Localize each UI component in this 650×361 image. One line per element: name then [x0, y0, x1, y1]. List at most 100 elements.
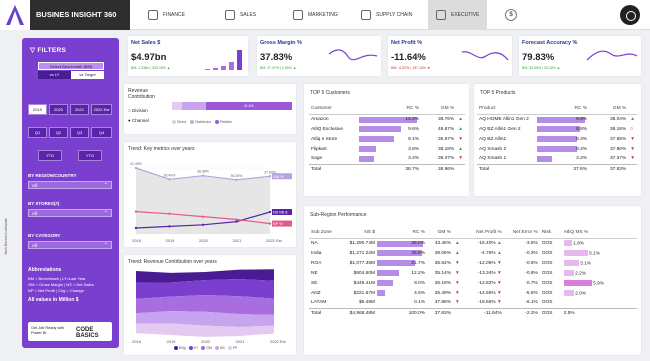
- np-value: -15.40% ▲: [462, 238, 504, 248]
- table-row[interactable]: Sage 3.4% 36.37% ▼: [309, 154, 465, 164]
- tab-label: SALES: [240, 12, 257, 18]
- column-header[interactable]: Sub Zone: [309, 228, 339, 239]
- total-ns: $4,968.48M: [339, 307, 377, 318]
- rc-bar-cell: 9.9%: [537, 114, 589, 124]
- ytd-button[interactable]: YTD: [38, 150, 62, 161]
- x-tick-label: 2018: [132, 238, 142, 243]
- column-header[interactable]: NS $: [339, 228, 377, 239]
- column-header[interactable]: AtliQ MS %: [561, 228, 637, 239]
- ytg-button[interactable]: YTG: [78, 150, 102, 161]
- trend-down-icon: ▼: [497, 260, 502, 266]
- bm-option-vs-ly[interactable]: vs LY: [38, 71, 71, 79]
- year-button[interactable]: 2019: [28, 104, 47, 115]
- quarter-button[interactable]: Q4: [91, 127, 112, 138]
- sub-region-table: Sub Zone NS $ RC % GM % Net Profit % Net…: [309, 228, 637, 318]
- year-button[interactable]: 2020: [49, 104, 68, 115]
- codebasics-promo[interactable]: Get Job Ready with Power BI CODE BASICS: [28, 322, 112, 341]
- np-number: -12.05%: [477, 260, 496, 266]
- option-channel[interactable]: ● Channel: [128, 118, 149, 123]
- table-row[interactable]: AQ BZ Allin1 8.3% 37.55% ▼: [477, 134, 637, 144]
- column-header[interactable]: GM %: [421, 104, 457, 115]
- stores-dropdown[interactable]: All: [28, 208, 112, 217]
- table-row[interactable]: AQ Smash 1 3.2% 37.37% ▼: [477, 154, 637, 164]
- trend-down-icon: ▼: [497, 280, 502, 286]
- trend-down-icon: ▼: [455, 280, 460, 286]
- table-row[interactable]: Flipkart 3.8% 38.18% ▲: [309, 144, 465, 154]
- region-dropdown[interactable]: All: [28, 180, 112, 189]
- column-header[interactable]: RC %: [359, 104, 421, 115]
- tab-executive[interactable]: EXECUTIVE: [428, 0, 488, 30]
- quarter-button[interactable]: Q3: [70, 127, 89, 138]
- column-header[interactable]: Risk: [539, 228, 562, 239]
- option-division[interactable]: ○ Division: [128, 108, 148, 113]
- category-dropdown[interactable]: All: [28, 240, 112, 249]
- year-button[interactable]: 2022 Est: [91, 104, 112, 115]
- table-row[interactable]: NE $604.60M 12.2% 35.14% ▼ -13.34% ▼ -0.…: [309, 268, 637, 278]
- rc-bar-cell: 21.7%: [377, 258, 427, 268]
- table-row[interactable]: AQ Smash 2 8.2% 37.90% ▼: [477, 144, 637, 154]
- quarter-button[interactable]: Q2: [49, 127, 68, 138]
- region-filter-label: BY REGION/COUNTRY: [28, 173, 77, 178]
- kpi-value: 37.83%: [260, 52, 293, 63]
- gm-value: 36.37%: [437, 156, 455, 162]
- column-header[interactable]: GM %: [427, 228, 453, 239]
- column-header[interactable]: RC %: [377, 228, 427, 239]
- gm-value: 35.18%: [434, 280, 451, 286]
- column-header[interactable]: RC %: [537, 104, 589, 115]
- rc-value: 21.7%: [411, 260, 425, 266]
- total-gm: 38.96%: [421, 163, 457, 174]
- table-row[interactable]: ROA $1,077.38M 21.7% 35.54% ▼ -12.05% ▼ …: [309, 258, 637, 268]
- rc-bar-cell: 25.6%: [377, 248, 427, 258]
- column-header[interactable]: GM %: [589, 104, 629, 115]
- legend-dot: [201, 346, 206, 351]
- table-row[interactable]: Amazon 13.3% 38.76% ▲: [309, 114, 465, 124]
- legend-label: EY: [193, 346, 199, 350]
- tab-finance[interactable]: FINANCE: [148, 0, 185, 30]
- table-row[interactable]: AtliQ Exclusive 9.6% 45.67% ▲: [309, 124, 465, 134]
- executive-icon: [436, 10, 446, 20]
- gm-value: 35.57%: [437, 136, 455, 142]
- table-row[interactable]: LATAM $5.48M 0.1% 37.86% ▼ -19.65% ▼ -6.…: [309, 298, 637, 308]
- column-header[interactable]: Net Profit %: [461, 228, 504, 239]
- stores-filter-label: BY STORES(#): [28, 201, 60, 206]
- tab-sales[interactable]: SALES: [225, 0, 256, 30]
- codebasics-icon[interactable]: [620, 5, 640, 25]
- ms-value: 2.2%: [575, 271, 587, 277]
- table-row[interactable]: SE $449.41M 9.0% 35.18% ▼ -12.82% ▼ -0.7…: [309, 278, 637, 288]
- help-icon[interactable]: $: [505, 9, 517, 21]
- ns-value: $604.60M: [353, 270, 375, 276]
- table-row[interactable]: India $1,271.22M 25.6% 38.06% ▲ -4.78% ▲…: [309, 248, 637, 258]
- gm-value: 37.90%: [609, 146, 627, 152]
- rc-bar: [537, 136, 577, 142]
- ms-bar: [563, 289, 574, 296]
- np-number: -15.40%: [477, 240, 496, 246]
- trend-cell: ▼: [456, 134, 465, 144]
- table-row[interactable]: AQ BZ Allin1 Gen 2 8.8% 38.16% ○: [477, 124, 637, 134]
- column-header[interactable]: Customer: [309, 104, 359, 115]
- column-header[interactable]: Net Error %: [503, 228, 540, 239]
- tab-supply-chain[interactable]: SUPPLY CHAIN: [361, 0, 412, 30]
- trend-up-icon: ▲: [497, 240, 502, 246]
- table-row[interactable]: NA $1,290.74M 26.0% 43.45% ▲ -15.40% ▲ -…: [309, 238, 637, 248]
- table-row[interactable]: ANZ $221.67M 4.5% 35.49% ▼ -14.55% ▼ -5.…: [309, 288, 637, 298]
- column-header[interactable]: Product: [477, 104, 537, 115]
- trend-down-icon: ▼: [630, 156, 635, 162]
- table-row[interactable]: AQ HOME Allin1 Gen 2 9.9% 38.04% ▲: [477, 114, 637, 124]
- tab-marketing[interactable]: MARKETING: [293, 0, 338, 30]
- year-button[interactable]: 2021: [70, 104, 89, 115]
- kpi-sparkline: [586, 50, 638, 61]
- sales-icon: [225, 10, 235, 20]
- bm-option-vs-target[interactable]: vs Target: [71, 71, 104, 79]
- trend-down-icon: ▼: [497, 270, 502, 276]
- quarter-button[interactable]: Q1: [28, 127, 47, 138]
- rc-bar-cell: 0.1%: [377, 298, 427, 308]
- rc-bar-cell: 26.0%: [377, 238, 427, 248]
- ms-value: 3.1%: [580, 261, 592, 267]
- series-point: [201, 223, 205, 226]
- gm-value: 37.55%: [609, 136, 627, 142]
- rc-bar: [359, 126, 401, 132]
- ms-value: 5.9%: [593, 281, 605, 287]
- total-trend: [456, 163, 465, 174]
- ms-bar: [563, 240, 572, 247]
- table-row[interactable]: Atliq e Store 8.1% 35.57% ▼: [309, 134, 465, 144]
